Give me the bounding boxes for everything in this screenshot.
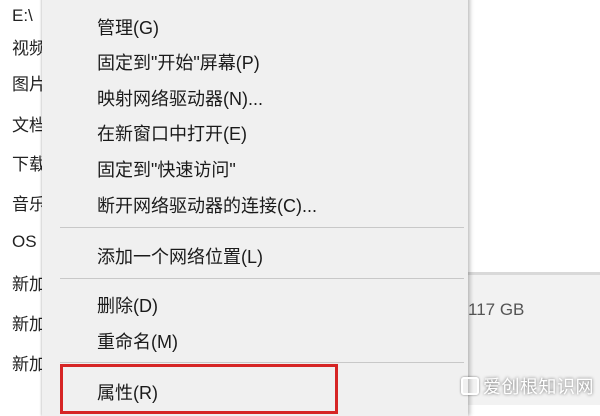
menu-item-manage[interactable]: 管理(G) <box>97 12 159 42</box>
menu-item-add-network-location[interactable]: 添加一个网络位置(L) <box>97 241 263 271</box>
watermark-logo-icon <box>461 377 479 395</box>
menu-item-open-new-window[interactable]: 在新窗口中打开(E) <box>97 118 247 148</box>
menu-item-disconnect-drive[interactable]: 断开网络驱动器的连接(C)... <box>97 190 317 220</box>
menu-item-pin-start[interactable]: 固定到"开始"屏幕(P) <box>97 47 260 77</box>
menu-separator <box>60 362 464 363</box>
watermark: 爱创根知识网 <box>461 373 594 399</box>
explorer-right-pane-top <box>468 0 600 275</box>
menu-item-pin-quick-access[interactable]: 固定到"快速访问" <box>97 154 236 184</box>
menu-item-delete[interactable]: 删除(D) <box>97 290 158 320</box>
menu-separator <box>60 227 464 228</box>
properties-highlight-box <box>60 364 338 414</box>
drive-bar <box>468 272 600 275</box>
menu-separator <box>60 278 464 279</box>
menu-item-rename[interactable]: 重命名(M) <box>97 326 178 356</box>
drive-capacity-text: 117 GB <box>468 300 525 319</box>
watermark-text: 爱创根知识网 <box>483 377 594 397</box>
menu-item-map-drive[interactable]: 映射网络驱动器(N)... <box>97 83 263 113</box>
context-menu: 管理(G) 固定到"开始"屏幕(P) 映射网络驱动器(N)... 在新窗口中打开… <box>42 0 468 416</box>
